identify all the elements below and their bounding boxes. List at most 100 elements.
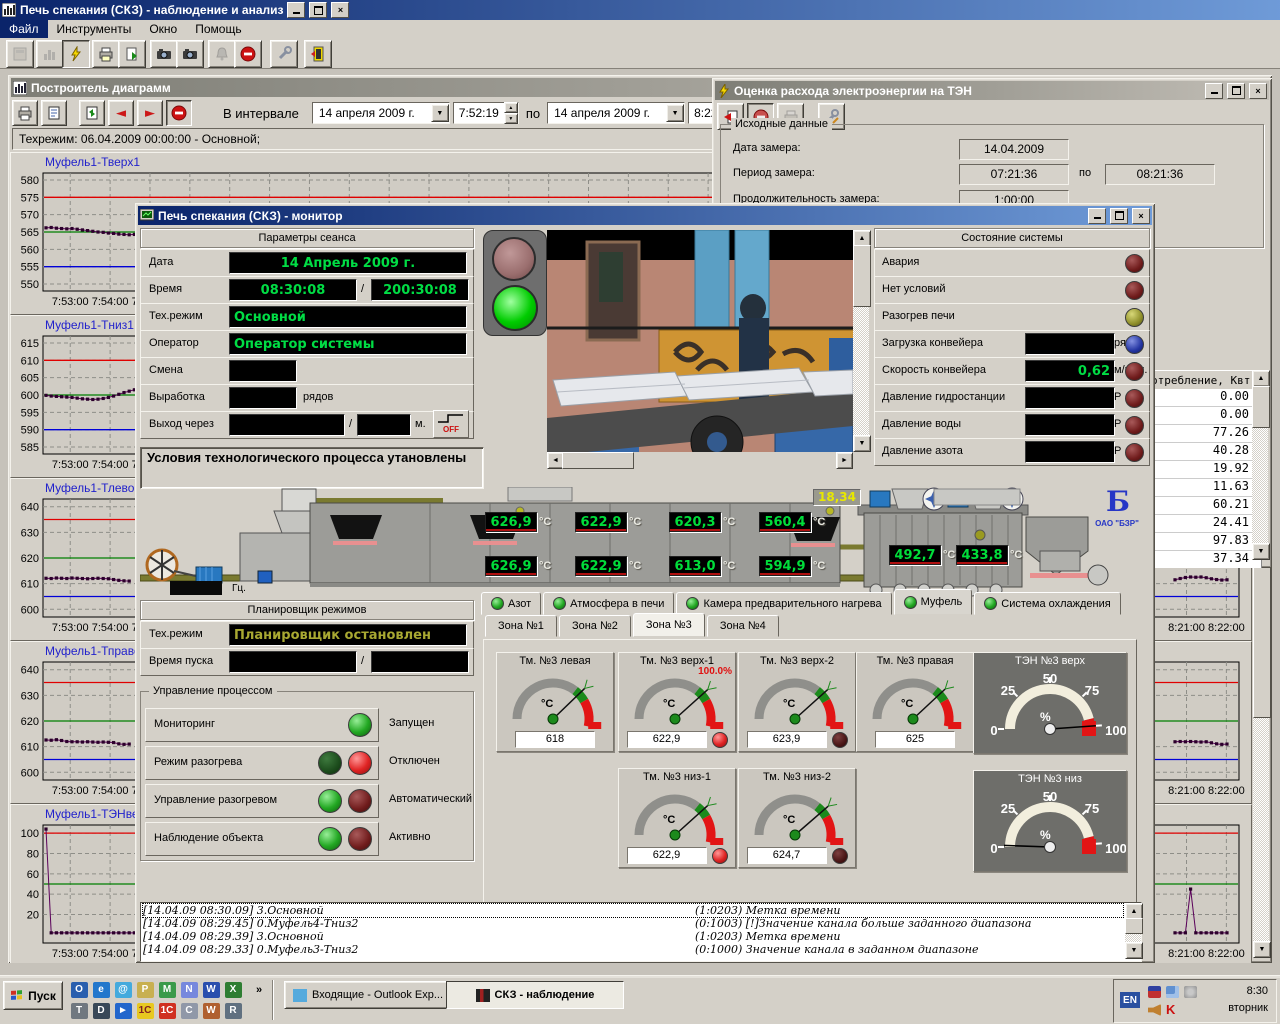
monitor-minimize-button[interactable]	[1088, 208, 1106, 224]
svg-text:605: 605	[21, 373, 39, 385]
settings-wrench-button[interactable]	[270, 40, 298, 68]
scroll-down-icon[interactable]: ▼	[853, 435, 871, 452]
scrollbar-thumb[interactable]	[1125, 918, 1143, 934]
scrollbar-thumb[interactable]	[1252, 386, 1270, 428]
session-output-display	[229, 387, 297, 409]
date-to-dropdown-icon[interactable]: ▼	[666, 104, 684, 122]
tab-2[interactable]: Атмосфера в печи	[543, 592, 674, 615]
tab-5[interactable]: Система охлаждения	[974, 592, 1120, 615]
start-button[interactable]: Пуск	[3, 981, 63, 1010]
table-row: 60.21	[1143, 497, 1261, 515]
energy-maximize-button[interactable]	[1227, 83, 1245, 99]
quick-launch-word-icon[interactable]: W	[203, 982, 220, 998]
quick-launch-excel-icon[interactable]: X	[225, 982, 242, 998]
log-entry[interactable]: [14.04.09 08:29.33] 0.Муфель3-Тниз2(0:10…	[143, 943, 1123, 956]
menu-item-1[interactable]: Файл	[0, 20, 48, 38]
tab-4[interactable]: Муфель	[894, 589, 973, 615]
log-entry[interactable]: [14.04.09 08:29.45] 0.Муфель4-Тниз2(0:10…	[143, 917, 1123, 930]
camera-button[interactable]	[150, 40, 178, 68]
exit-toggle[interactable]: OFF	[433, 410, 469, 438]
gauge-led	[712, 848, 728, 864]
energy-scrollbar[interactable]: ▲ ▼	[1252, 370, 1268, 560]
scroll-down-icon[interactable]: ▼	[1253, 941, 1271, 958]
stop-button[interactable]	[234, 40, 262, 68]
language-indicator[interactable]: EN	[1120, 992, 1140, 1008]
quick-launch-netmeeting-icon[interactable]: N	[181, 982, 198, 998]
scroll-down-icon[interactable]: ▼	[1252, 543, 1270, 560]
time-from-down-icon[interactable]: ▼	[504, 113, 518, 124]
zone-tab-2[interactable]: Зона №2	[559, 615, 631, 637]
log-entry[interactable]: [14.04.09 08:29.39] 3.Основной(1:0203) М…	[143, 930, 1123, 943]
zone-tab-1[interactable]: Зона №1	[485, 615, 557, 637]
menu-item-4[interactable]: Помощь	[186, 20, 250, 38]
stop-refresh-button[interactable]	[166, 100, 192, 126]
lightning-icon	[717, 84, 730, 98]
window-icon-button[interactable]	[6, 40, 34, 68]
quick-launch-cd-player-icon[interactable]: C	[181, 1003, 198, 1019]
quick-launch-remote-admin-icon[interactable]: R	[225, 1003, 242, 1019]
log-entry[interactable]: [14.04.09 08:30.09] 3.Основной(1:0203) М…	[143, 904, 1123, 917]
quick-launch-display-properties-icon[interactable]: D	[93, 1003, 110, 1019]
scroll-up-icon[interactable]: ▲	[1252, 370, 1270, 387]
kaspersky-icon[interactable]: K	[1166, 1002, 1179, 1014]
monitor-maximize-button[interactable]	[1110, 208, 1128, 224]
aux-display: 18,34	[813, 489, 861, 506]
time-from-up-icon[interactable]: ▲	[504, 102, 518, 113]
quick-launch-internet-explorer-icon[interactable]: e	[93, 982, 110, 998]
quick-launch-outlook-express-icon[interactable]: @	[115, 982, 132, 998]
print-button[interactable]	[92, 40, 120, 68]
date-from-combo[interactable]: 14 апреля 2009 г. ▼	[312, 102, 450, 124]
quick-launch-overflow[interactable]: »	[256, 984, 262, 996]
minimize-button[interactable]	[287, 2, 305, 18]
scrollbar-thumb[interactable]	[562, 452, 634, 469]
quick-launch-media-player-icon[interactable]: ►	[115, 1003, 132, 1019]
svg-text:8:21:00: 8:21:00	[1168, 622, 1205, 634]
quick-launch-outlook-icon[interactable]: O	[71, 982, 88, 998]
quick-launch-1c-v8-icon[interactable]: 1С	[137, 1003, 154, 1019]
quick-launch-printer-icon[interactable]: P	[137, 982, 154, 998]
energy-close-button[interactable]: ×	[1249, 83, 1267, 99]
monitor-close-button[interactable]: ×	[1132, 208, 1150, 224]
maximize-button[interactable]	[309, 2, 327, 18]
state-label: Нет условий	[882, 283, 945, 295]
time-from-spinner[interactable]: 7:52:19 ▲▼	[453, 102, 519, 124]
tab-1[interactable]: Азот	[481, 592, 541, 615]
quick-launch-1c-v8-enterprise-icon[interactable]: 1С	[159, 1003, 176, 1019]
print-chart-button[interactable]	[12, 100, 38, 126]
speaker-icon[interactable]	[1148, 1004, 1161, 1016]
green-led	[348, 713, 372, 737]
menu-item-2[interactable]: Инструменты	[48, 20, 141, 38]
zone-tab-4[interactable]: Зона №4	[707, 615, 779, 637]
log-scrollbar[interactable]: ▲ ▼	[1125, 903, 1141, 959]
exit-button[interactable]	[304, 40, 332, 68]
prev-interval-button[interactable]: ◄	[108, 100, 134, 126]
energy-tool-button[interactable]	[62, 40, 90, 68]
close-button[interactable]: ×	[331, 2, 349, 18]
export-button[interactable]	[118, 40, 146, 68]
quick-launch-messenger-icon[interactable]: M	[159, 982, 176, 998]
alarm-bell-button[interactable]	[208, 40, 236, 68]
task-button-2[interactable]: СКЗ - наблюдение	[446, 981, 624, 1009]
quick-launch-phone-icon[interactable]: T	[71, 1003, 88, 1019]
refresh-button[interactable]	[79, 100, 105, 126]
camera2-button[interactable]	[176, 40, 204, 68]
scrollbar-thumb[interactable]	[853, 245, 871, 307]
scroll-down-icon[interactable]: ▼	[1125, 942, 1143, 959]
volume-muted-icon[interactable]	[1184, 986, 1197, 998]
date-to-combo[interactable]: 14 апреля 2009 г. ▼	[547, 102, 685, 124]
menu-item-3[interactable]: Окно	[140, 20, 186, 38]
task-button-1[interactable]: Входящие - Outlook Exp...	[284, 981, 452, 1009]
camera-vscroll[interactable]: ▲ ▼	[853, 230, 869, 452]
floppy-icon[interactable]	[1148, 986, 1161, 998]
network-icon[interactable]	[1166, 986, 1179, 998]
next-interval-button[interactable]: ►	[137, 100, 163, 126]
tab-3[interactable]: Камера предварительного нагрева	[676, 592, 891, 615]
chart-properties-button[interactable]	[41, 100, 67, 126]
date-from-dropdown-icon[interactable]: ▼	[431, 104, 449, 122]
quick-launch-winamp-icon[interactable]: W	[203, 1003, 220, 1019]
zone-tab-3[interactable]: Зона №3	[633, 613, 705, 637]
scroll-right-icon[interactable]: ►	[836, 452, 853, 469]
camera-hscroll[interactable]: ◄ ►	[547, 452, 853, 467]
chart-builder-button[interactable]	[36, 40, 64, 68]
energy-minimize-button[interactable]	[1205, 83, 1223, 99]
